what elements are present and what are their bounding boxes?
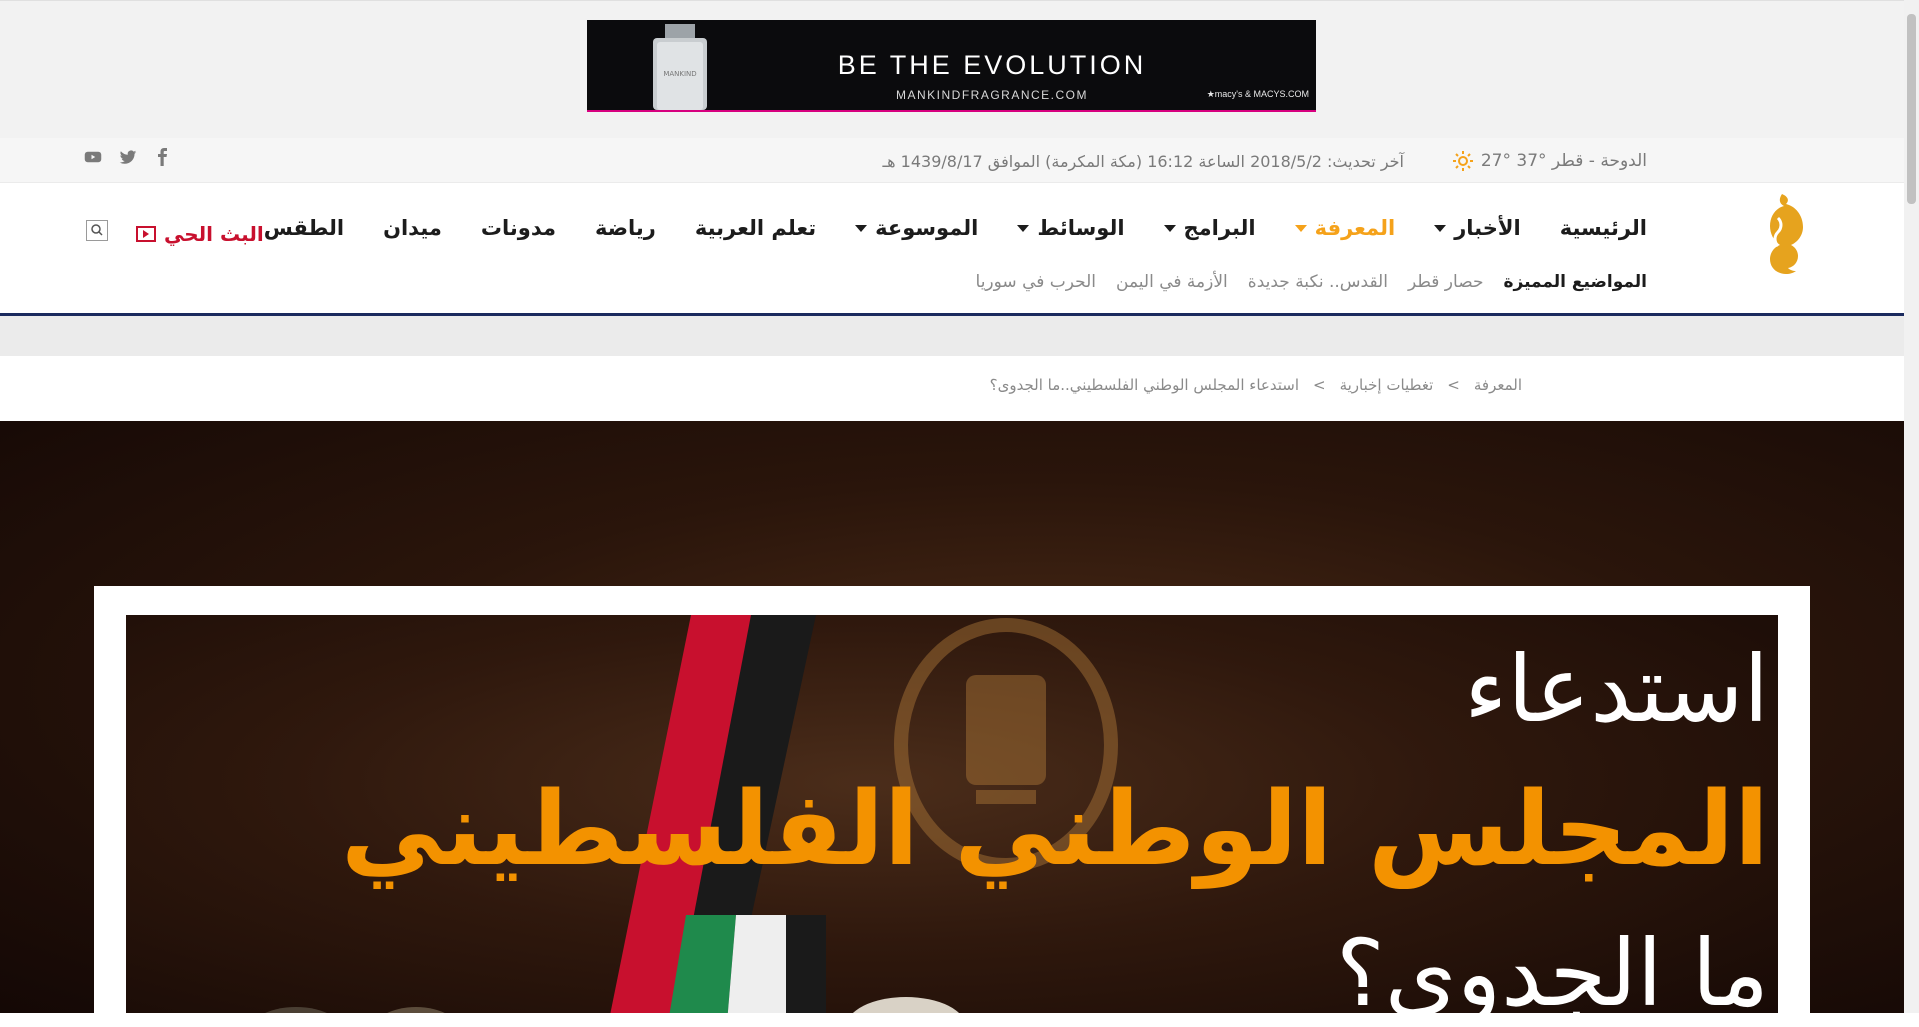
gray-strip [0, 316, 1904, 356]
nav-item-sport[interactable]: رياضة [595, 216, 656, 240]
nav-item-label: رياضة [594, 216, 656, 240]
last-updated-text: آخر تحديث: 2018/5/2 الساعة 16:12 (مكة ال… [882, 152, 1404, 171]
caret-down-icon [855, 224, 868, 232]
caret-down-icon [1163, 224, 1176, 232]
breadcrumb-separator: > [1313, 376, 1326, 394]
live-stream-label: البث الحي [164, 222, 264, 246]
featured-link[interactable]: الحرب في سوريا [976, 272, 1097, 292]
hero-title-line1: استدعاء [1464, 636, 1769, 743]
live-stream-button[interactable]: البث الحي [136, 222, 264, 246]
ad-sponsor: ★macy's & MACYS.COM [1206, 89, 1309, 99]
site-header [0, 183, 1904, 316]
twitter-icon[interactable] [119, 148, 137, 166]
nav-item-blogs[interactable]: مدونات [481, 216, 556, 240]
breadcrumb-item[interactable]: المعرفة [1474, 376, 1522, 394]
breadcrumb-item[interactable]: تغطيات إخبارية [1340, 376, 1434, 394]
scrollbar-thumb[interactable] [1907, 14, 1916, 204]
search-button[interactable] [86, 220, 108, 241]
featured-link[interactable]: حصار قطر [1408, 272, 1484, 292]
ad-banner[interactable]: MANKIND BE THE EVOLUTION MANKINDFRAGRANC… [587, 20, 1316, 112]
nav-item-home[interactable]: الرئيسية [1560, 216, 1647, 240]
ad-headline: BE THE EVOLUTION [837, 50, 1147, 80]
main-nav: الرئيسية الأخبار المعرفة البرامج الوسائط… [225, 216, 1647, 240]
nav-item-news[interactable]: الأخبار [1434, 216, 1521, 240]
featured-link[interactable]: القدس.. نكبة جديدة [1248, 272, 1388, 292]
svg-text:MANKIND: MANKIND [663, 70, 696, 78]
nav-item-media[interactable]: الوسائط [1017, 216, 1125, 240]
aljazeera-logo-icon[interactable] [1752, 188, 1812, 278]
caret-down-icon [1017, 224, 1030, 232]
nav-item-label: الأخبار [1454, 216, 1521, 240]
sun-icon [1452, 151, 1473, 171]
nav-item-midan[interactable]: ميدان [383, 216, 442, 240]
nav-item-label: الوسائط [1037, 216, 1125, 240]
weather-text: الدوحة - قطر °37 °27 [1480, 151, 1647, 171]
nav-item-label: المعرفة [1314, 216, 1396, 240]
youtube-icon[interactable] [84, 148, 102, 166]
nav-item-label: البرامج [1183, 216, 1256, 240]
nav-item-label: الرئيسية [1559, 216, 1647, 240]
caret-down-icon [1434, 224, 1447, 232]
nav-item-knowledge[interactable]: المعرفة [1294, 216, 1396, 240]
hero-title-line3: ما الجدوى؟ [1335, 920, 1769, 1027]
breadcrumb-separator: > [1447, 376, 1460, 394]
nav-item-programs[interactable]: البرامج [1163, 216, 1256, 240]
nav-item-label: تعلم العربية [694, 216, 817, 240]
nav-item-label: مدونات [480, 216, 556, 240]
play-icon [136, 226, 156, 242]
featured-link[interactable]: الأزمة في اليمن [1116, 272, 1228, 292]
nav-item-label: الموسوعة [875, 216, 979, 240]
vertical-scrollbar[interactable] [1904, 0, 1919, 1013]
featured-title: المواضيع المميزة [1503, 272, 1647, 292]
hero-title-line2: المجلس الوطني الفلسطيني [340, 770, 1769, 889]
featured-topics: المواضيع المميزة حصار قطر القدس.. نكبة ج… [956, 272, 1647, 292]
perfume-bottle-image: MANKIND [653, 24, 707, 110]
ad-url: MANKINDFRAGRANCE.COM [895, 88, 1088, 102]
nav-item-learn-arabic[interactable]: تعلم العربية [695, 216, 816, 240]
breadcrumb-current: استدعاء المجلس الوطني الفلسطيني..ما الجد… [989, 376, 1299, 394]
nav-item-encyclopedia[interactable]: الموسوعة [855, 216, 978, 240]
weather-widget[interactable]: الدوحة - قطر °37 °27 [1452, 151, 1647, 171]
nav-item-label: الطقس [263, 216, 345, 240]
search-icon [91, 224, 103, 236]
caret-down-icon [1294, 224, 1307, 232]
facebook-icon[interactable] [155, 148, 169, 166]
nav-item-weather[interactable]: الطقس [264, 216, 344, 240]
nav-item-label: ميدان [383, 216, 442, 240]
breadcrumb: المعرفة > تغطيات إخبارية > استدعاء المجل… [990, 376, 1522, 394]
